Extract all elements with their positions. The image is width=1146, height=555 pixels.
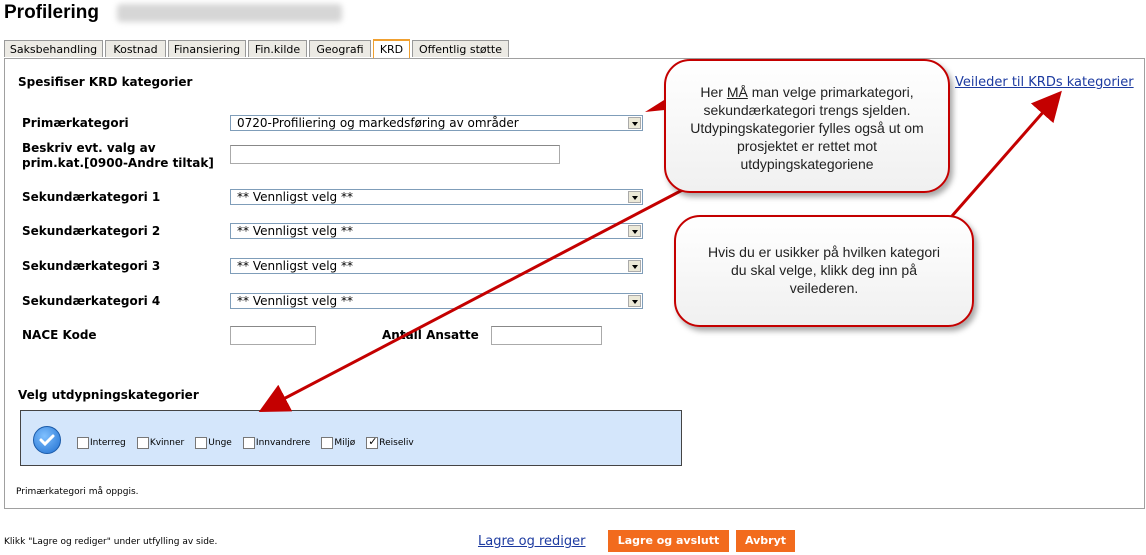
callout-primary-required: Her MÅ man velge primarkategori, sekundæ… [664,59,950,193]
callout-guide-hint: Hvis du er usikker på hvilken kategori d… [674,215,974,327]
annotation-arrows [258,90,1062,412]
